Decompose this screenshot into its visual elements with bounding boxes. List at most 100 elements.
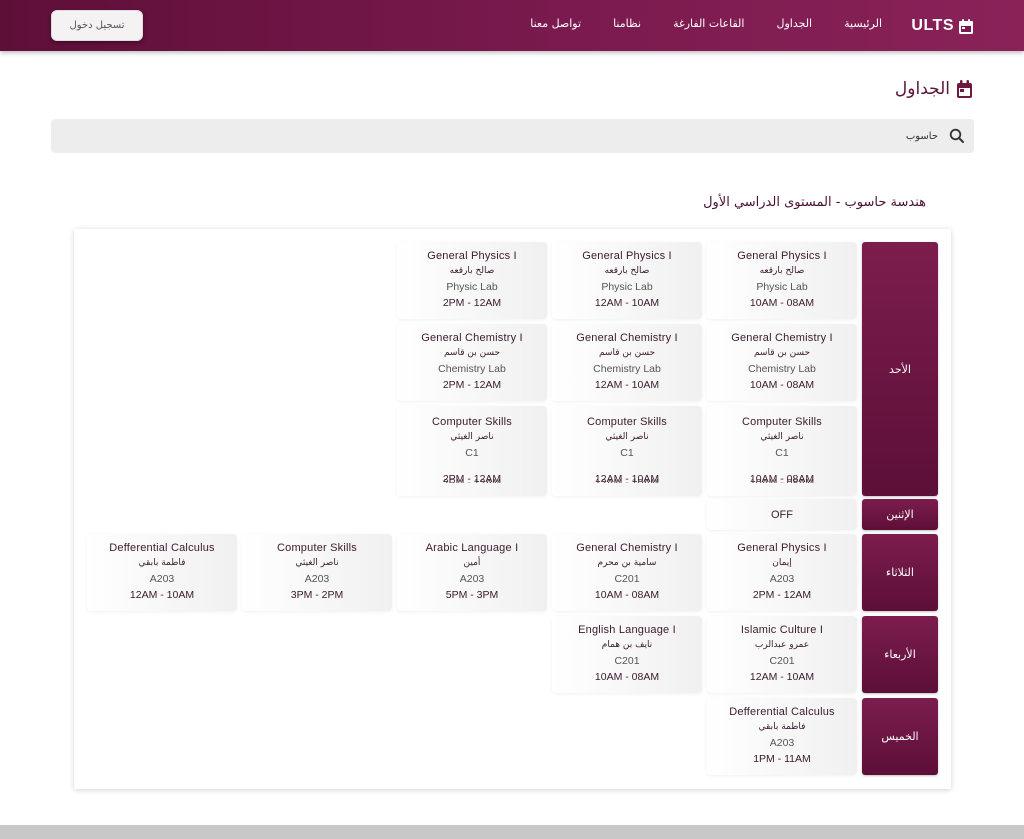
teacher-name: فاطمة بابقي [138, 558, 186, 568]
day-label-wednesday: الأربعاء [862, 616, 938, 693]
teacher-name: حسن بن قاسم [443, 348, 501, 358]
search-bar [51, 119, 974, 153]
timetable: الأحد General Physics I صالح بارقعه Phys… [74, 229, 951, 789]
room-name: C1 [620, 446, 634, 459]
login-button[interactable]: تسجيل دخول [51, 10, 143, 41]
course-name: General Chemistry I [731, 332, 833, 344]
course-name: General Physics I [737, 250, 827, 262]
search-input[interactable] [238, 127, 938, 145]
class-card[interactable]: Computer Skills ناصر الغيثي C1 2PM - 12A… [397, 406, 547, 496]
class-time: 10AM - 08AM [594, 671, 660, 683]
teacher-name: عمرو عبدالرب [754, 640, 810, 650]
course-name: General Chemistry I [576, 332, 678, 344]
day-label-tuesday: الثلاثاء [862, 534, 938, 611]
class-card[interactable]: Arabic Language I أمين A203 5PM - 3PM [397, 534, 547, 611]
room-name: Chemistry Lab [438, 363, 506, 375]
overlapping-time-text: 10AM - 08AM [749, 477, 815, 483]
class-card[interactable]: General Chemistry I حسن بن قاسم Chemistr… [707, 324, 857, 401]
class-card[interactable]: Defferential Calculus فاطمة بابقي A203 1… [87, 534, 237, 611]
course-name: Arabic Language I [425, 542, 519, 554]
course-name: General Physics I [427, 250, 517, 262]
teacher-name: ناصر الغيثي [450, 431, 494, 442]
nav-link-contact[interactable]: تواصل معنا [514, 17, 597, 30]
class-card[interactable]: General Chemistry I حسن بن قاسم Chemistr… [397, 324, 547, 401]
room-name: Physic Lab [446, 281, 498, 293]
class-time: 10AM - 08AM [749, 297, 815, 309]
calendar-icon [959, 18, 973, 34]
teacher-name: صالح بارقعه [604, 266, 650, 276]
class-card[interactable]: Computer Skills ناصر الغيثي A203 3PM - 2… [242, 534, 392, 611]
course-name: General Physics I [582, 250, 672, 262]
class-card[interactable]: General Physics I صالح بارقعه Physic Lab… [397, 242, 547, 319]
off-card: OFF [707, 499, 857, 530]
class-time: 10AM - 08AM [594, 589, 660, 601]
navbar: ULTS الرئيسية الجداول القاعات الفارغة نظ… [0, 0, 1024, 51]
teacher-name: صالح بارقعه [759, 266, 805, 276]
room-name: A203 [459, 573, 485, 585]
room-name: A203 [769, 737, 795, 749]
class-time: 5PM - 3PM [445, 589, 499, 601]
course-name: Islamic Culture I [740, 624, 824, 636]
course-name: English Language I [578, 624, 676, 636]
teacher-name: نايف بن همام [601, 640, 653, 650]
room-name: A203 [149, 573, 175, 585]
course-name: General Chemistry I [576, 542, 678, 554]
nav-link-schedules[interactable]: الجداول [760, 17, 828, 30]
class-time: 2PM - 12AM [752, 589, 812, 601]
course-name: General Chemistry I [421, 332, 523, 344]
day-label-sunday: الأحد [862, 242, 938, 496]
class-card[interactable]: Computer Skills ناصر الغيثي C1 12AM - 10… [552, 406, 702, 496]
course-name: Computer Skills [586, 415, 668, 428]
room-name: A203 [304, 573, 330, 585]
course-name: Defferential Calculus [729, 706, 835, 718]
room-name: Physic Lab [756, 281, 808, 293]
room-name: C201 [614, 573, 640, 585]
class-time: 1PM - 11AM [753, 753, 811, 765]
class-card[interactable]: Defferential Calculus فاطمة بابقي A203 1… [707, 698, 857, 775]
course-name: Defferential Calculus [109, 542, 215, 554]
overlapping-time-text: 2PM - 12AM [442, 477, 502, 483]
room-name: A203 [769, 573, 795, 585]
overlapping-time-text: 12AM - 10AM [594, 477, 660, 483]
class-time: 2PM - 12AM [442, 297, 502, 309]
class-card[interactable]: General Physics I صالح بارقعه Physic Lab… [552, 242, 702, 319]
brand[interactable]: ULTS [911, 15, 973, 37]
course-name: Computer Skills [741, 415, 823, 428]
nav-link-home[interactable]: الرئيسية [828, 17, 898, 30]
nav-link-our-system[interactable]: نظامنا [597, 17, 657, 30]
class-time: 12AM - 10AM [749, 671, 815, 683]
class-card[interactable]: General Physics I إيمان A203 2PM - 12AM [707, 534, 857, 611]
teacher-name: فاطمة بابقي [758, 722, 806, 732]
room-name: Physic Lab [601, 281, 653, 293]
off-label: OFF [771, 508, 793, 521]
class-card[interactable]: General Chemistry I حسن بن قاسم Chemistr… [552, 324, 702, 401]
class-time: 12AM - 10AM [129, 589, 195, 601]
room-name: C1 [465, 446, 479, 459]
room-name: C201 [769, 655, 795, 667]
class-time: 2PM - 12AM [442, 379, 502, 391]
day-label-thursday: الخميس [862, 698, 938, 775]
room-name: Chemistry Lab [593, 363, 661, 375]
class-card[interactable]: General Physics I صالح بارقعه Physic Lab… [707, 242, 857, 319]
class-time: 3PM - 2PM [290, 589, 344, 601]
room-name: C1 [775, 446, 789, 459]
class-card[interactable]: English Language I نايف بن همام C201 10A… [552, 616, 702, 693]
class-card[interactable]: General Chemistry I سامية بن محرم C201 1… [552, 534, 702, 611]
class-time: 12AM - 10AM [594, 297, 660, 309]
day-label-monday: الإثنين [862, 499, 938, 530]
class-card[interactable]: Islamic Culture I عمرو عبدالرب C201 12AM… [707, 616, 857, 693]
course-name: Computer Skills [276, 542, 358, 554]
course-name: General Physics I [737, 542, 827, 554]
teacher-name: حسن بن قاسم [753, 348, 811, 358]
nav-links: الرئيسية الجداول القاعات الفارغة نظامنا … [514, 17, 898, 30]
room-name: Chemistry Lab [748, 363, 816, 375]
page-title: الجداول [895, 79, 972, 99]
footer [0, 825, 1024, 839]
room-name: C201 [614, 655, 640, 667]
teacher-name: صالح بارقعه [449, 266, 495, 276]
section-heading: هندسة حاسوب - المستوى الدراسي الأول [703, 195, 926, 210]
teacher-name: ناصر الغيثي [605, 431, 649, 442]
class-card[interactable]: Computer Skills ناصر الغيثي C1 10AM - 08… [707, 406, 857, 496]
search-icon[interactable] [949, 128, 965, 144]
nav-link-empty-rooms[interactable]: القاعات الفارغة [657, 17, 760, 30]
